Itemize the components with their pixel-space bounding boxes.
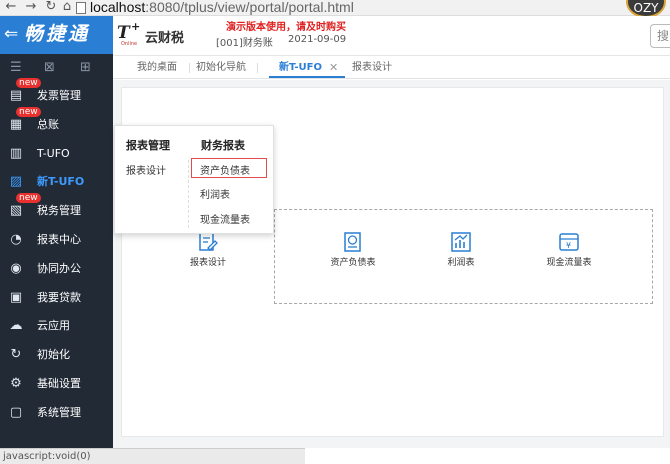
sidebar-item[interactable]: ◉ 协同办公 — [0, 255, 113, 284]
menu-divider — [188, 160, 189, 228]
url-field[interactable]: localhost:8080/tplus/view/portal/portal.… — [90, 0, 354, 15]
menu-icon[interactable]: ☰ — [10, 60, 22, 75]
brand-header: ⇐ 畅捷通 — [0, 16, 113, 54]
back-arrow-icon[interactable]: ← — [2, 0, 20, 16]
sidebar-item[interactable]: ↻ 初始化 — [0, 341, 113, 370]
tab-report-design[interactable]: 报表设计 — [352, 60, 392, 76]
sidebar-item-label: 税务管理 — [37, 204, 81, 218]
add-tile-icon[interactable]: ⊞ — [80, 60, 91, 75]
ufo-report-icon: ▥ — [9, 145, 23, 161]
sidebar-item-label: 基础设置 — [37, 377, 81, 390]
sidebar-item[interactable]: ▤ 发票管理 new — [0, 78, 113, 111]
sidebar-item-label: T-UFO — [37, 146, 70, 160]
home-icon[interactable]: ⌂ — [58, 0, 76, 16]
pie-chart-icon: ◔ — [10, 232, 22, 247]
cloud-icon: ☁ — [9, 318, 23, 334]
tile-report-design[interactable]: 报表设计 — [173, 231, 243, 271]
page-root: ← → ↻ ⌂ localhost:8080/tplus/view/portal… — [0, 0, 670, 464]
active-tab-indicator — [269, 76, 345, 78]
new-badge: new — [16, 78, 41, 88]
svg-text:¥: ¥ — [566, 241, 571, 250]
logo-online-mark: Online — [121, 41, 138, 47]
tab-divider — [189, 63, 190, 73]
brand-name: 畅捷通 — [24, 23, 91, 45]
tab-init-guide[interactable]: 初始化导航 — [196, 60, 246, 76]
back-arrow-icon[interactable]: ⇐ — [4, 24, 18, 44]
init-icon: ↻ — [10, 347, 22, 363]
menu-item-report-design[interactable]: 报表设计 — [126, 162, 166, 177]
sidebar-item[interactable]: ☁ 云应用 — [0, 312, 113, 341]
menu-item-balance-sheet[interactable]: 资产负债表 — [200, 162, 250, 177]
menu-group-financial-reports: 财务报表 — [201, 139, 245, 152]
menu-item-profit[interactable]: 利润表 — [200, 186, 230, 201]
menu-item-cash-flow[interactable]: 现金流量表 — [200, 211, 250, 226]
sidebar-item[interactable]: ⚙ 基础设置 — [0, 370, 113, 399]
tile-label: 资产负债表 — [330, 258, 376, 268]
new-badge: new — [16, 106, 41, 117]
sidebar-item[interactable]: ▧ 税务管理 new — [0, 193, 113, 226]
invoice-icon: ▤ — [9, 88, 23, 103]
grid-edit-icon[interactable]: ⊠ — [44, 60, 55, 75]
status-bar: javascript:void(0) — [0, 448, 305, 464]
system-icon: ▢ — [9, 404, 23, 420]
sidebar: ⇐ 畅捷通 ☰ ⊠ ⊞ ▤ 发票管理 new ▦ 总账 new ▥ T-UFO ▨ 新T-UFO ▧… — [0, 16, 113, 448]
close-icon[interactable]: ✕ — [329, 60, 338, 76]
tile-cash-flow[interactable]: ¥ 现金流量表 — [534, 231, 604, 271]
sidebar-item-label: 协同办公 — [37, 261, 81, 275]
logo-t-mark: T — [117, 23, 130, 43]
sidebar-item[interactable]: ▥ T-UFO — [0, 140, 113, 169]
logo-plus-mark: + — [131, 20, 141, 33]
cash-flow-icon: ¥ — [559, 233, 579, 251]
logo-text: 云财税 — [145, 31, 185, 46]
page-icon — [76, 2, 86, 14]
sidebar-item[interactable]: ▣ 我要贷款 — [0, 284, 113, 313]
tab-my-desktop[interactable]: 我的桌面 — [137, 60, 177, 76]
balance-sheet-icon — [344, 232, 361, 252]
url-host: localhost — [90, 0, 146, 15]
report-design-icon — [199, 232, 218, 251]
new-ufo-icon: ▨ — [9, 174, 23, 190]
account-name[interactable]: [001]财务账 — [216, 34, 273, 49]
login-date: 2021-09-09 — [288, 34, 347, 45]
sidebar-item-label: 总账 — [37, 117, 59, 131]
url-path: :8080/tplus/view/portal/portal.html — [145, 0, 354, 15]
sidebar-item-label: 发票管理 — [37, 89, 81, 102]
tile-label: 报表设计 — [189, 258, 226, 268]
sidebar-item[interactable]: ▢ 系统管理 — [0, 399, 113, 428]
tile-balance-sheet[interactable]: 资产负债表 — [318, 231, 388, 271]
loan-icon: ▣ — [9, 289, 23, 305]
tile-label: 现金流量表 — [546, 258, 592, 268]
sidebar-item-label: 初始化 — [37, 348, 70, 362]
ledger-icon: ▦ — [9, 116, 23, 132]
collaboration-icon: ◉ — [10, 260, 22, 276]
profit-chart-icon — [451, 232, 471, 252]
app-header: T + Online 云财税 演示版本使用，请及时购买 [001]财务账 202… — [113, 16, 670, 56]
tab-bar: 我的桌面 初始化导航 新T-UFO ✕ 报表设计 — [113, 57, 670, 79]
tufo-dropdown-menu: 报表管理 报表设计 财务报表 资产负债表 利润表 现金流量表 — [114, 125, 274, 234]
sidebar-item[interactable]: ◔ 报表中心 — [0, 226, 113, 255]
sidebar-item-label: 新T-UFO — [37, 175, 85, 189]
sidebar-item-label: 系统管理 — [37, 405, 81, 419]
tab-new-tufo[interactable]: 新T-UFO — [279, 60, 322, 76]
sidebar-item-label: 云应用 — [37, 319, 70, 333]
forward-arrow-icon[interactable]: → — [22, 0, 40, 16]
sidebar-item[interactable]: ▦ 总账 new — [0, 106, 113, 140]
sidebar-item-label: 我要贷款 — [37, 290, 81, 304]
search-input[interactable]: 搜 — [650, 24, 670, 48]
tax-icon: ▧ — [9, 203, 23, 219]
sidebar-item[interactable]: ▨ 新T-UFO — [0, 168, 113, 197]
tab-divider — [257, 63, 258, 73]
sidebar-item-label: 报表中心 — [37, 233, 81, 246]
menu-group-report-management: 报表管理 — [126, 139, 170, 152]
new-badge: new — [16, 193, 41, 204]
settings-icon: ⚙ — [10, 376, 22, 391]
demo-notice[interactable]: 演示版本使用，请及时购买 — [226, 18, 346, 33]
browser-address-bar: ← → ↻ ⌂ localhost:8080/tplus/view/portal… — [0, 0, 670, 18]
tile-label: 利润表 — [447, 258, 475, 268]
tile-profit[interactable]: 利润表 — [426, 231, 496, 271]
